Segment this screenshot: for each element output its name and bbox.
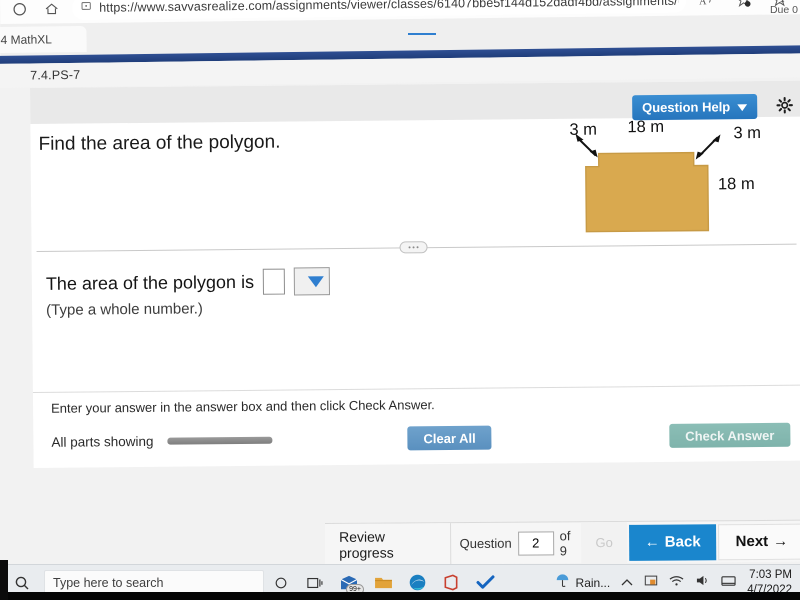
exercise-id: 7.4.PS-7 (30, 67, 81, 83)
answer-hint: (Type a whole number.) (46, 300, 203, 319)
question-prompt: Find the area of the polygon. (38, 131, 281, 155)
question-total-label: of 9 (559, 527, 571, 558)
back-button[interactable]: ← Back (628, 523, 717, 561)
clock-time: 7:03 PM (749, 569, 792, 582)
question-help-button[interactable]: Question Help (631, 94, 758, 121)
answer-sentence: The area of the polygon is (45, 271, 255, 294)
wifi-icon[interactable] (669, 574, 684, 592)
unit-dropdown[interactable] (293, 267, 331, 296)
refresh-icon[interactable] (8, 0, 30, 20)
question-card: Question Help Find the area of the polyg… (30, 80, 800, 468)
browser-tab[interactable]: -4 MathXL (0, 25, 87, 54)
figure-label-top-left: 3 m (569, 120, 598, 139)
url-text: https://www.savvasrealize.com/assignment… (99, 0, 679, 15)
volume-icon[interactable] (695, 574, 710, 592)
tab-title: -4 MathXL (0, 32, 53, 48)
read-aloud-icon[interactable]: A (696, 0, 718, 11)
footer-instruction: Enter your answer in the answer box and … (32, 384, 800, 416)
handle-dot (408, 246, 411, 249)
question-label: Question (459, 535, 512, 552)
polygon-figure: 3 m 18 m 3 m 18 m (565, 118, 796, 255)
action-center-icon[interactable] (721, 574, 736, 592)
weather-widget[interactable]: Rain... (555, 573, 611, 592)
footer-actions: All parts showing Clear All Check Answer (33, 413, 800, 464)
weather-label: Rain... (575, 575, 611, 590)
figure-label-right-side: 18 m (717, 175, 755, 194)
umbrella-icon (555, 573, 570, 592)
question-nav-bar: Review progress Question of 9 Go ← Back … (325, 519, 800, 566)
polygon-shape (575, 133, 721, 233)
parts-progress-bar (167, 436, 273, 445)
review-progress-button[interactable]: Review progress (325, 522, 452, 566)
arrow-left-icon: ← (644, 533, 660, 551)
figure-label-top-right: 3 m (733, 123, 762, 143)
figure-label-top-center: 18 m (627, 117, 665, 137)
go-button[interactable]: Go (581, 521, 627, 564)
favorites-star-icon[interactable] (732, 0, 754, 11)
question-number-input[interactable] (517, 530, 554, 556)
photo-edge-left (0, 560, 8, 600)
clear-all-button[interactable]: Clear All (407, 425, 492, 451)
chevron-down-icon (737, 99, 748, 114)
handle-dot (416, 246, 419, 249)
answer-input[interactable] (262, 268, 286, 295)
answer-row: The area of the polygon is (45, 267, 331, 298)
question-counter: Question of 9 (452, 528, 582, 559)
show-hidden-icons-icon[interactable] (621, 574, 633, 592)
parts-showing-label: All parts showing (51, 433, 154, 450)
due-label: Due 0 (769, 4, 798, 16)
gear-icon[interactable] (773, 94, 795, 116)
next-label: Next (735, 532, 769, 551)
svg-text:A: A (699, 0, 707, 7)
active-app-indicator (408, 33, 436, 35)
check-answer-button[interactable]: Check Answer (669, 422, 791, 448)
onedrive-icon[interactable] (644, 574, 658, 592)
photo-edge-bottom (0, 592, 800, 600)
arrow-right-icon: → (773, 532, 789, 550)
home-icon[interactable] (40, 0, 62, 20)
divider-drag-handle[interactable] (399, 241, 428, 254)
question-help-label: Question Help (642, 99, 731, 116)
chevron-down-icon (307, 275, 325, 287)
site-info-icon[interactable] (80, 0, 92, 17)
screen: https://www.savvasrealize.com/assignment… (0, 0, 800, 600)
search-placeholder: Type here to search (53, 575, 164, 590)
back-label: Back (664, 533, 701, 551)
handle-dot (412, 246, 415, 249)
next-button[interactable]: Next → (718, 523, 800, 560)
dimension-arrow-top-right (695, 134, 721, 160)
